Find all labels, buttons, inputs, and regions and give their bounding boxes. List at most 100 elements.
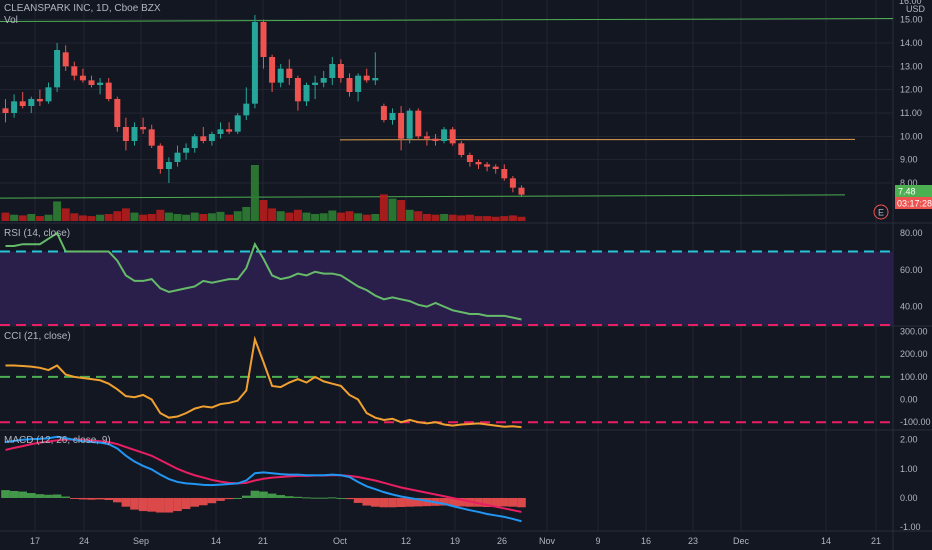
cci-label[interactable]: CCI (21, close)	[4, 331, 71, 342]
volume-bar	[268, 208, 277, 221]
cci-tick-label: 0.00	[900, 395, 918, 405]
volume-bar	[362, 214, 371, 221]
volume-bar	[53, 201, 62, 221]
cci-tick-label: 100.00	[900, 372, 928, 382]
rsi-band-fill	[0, 251, 893, 325]
macd-histogram-bar	[52, 494, 62, 498]
volume-bar	[35, 216, 44, 221]
volume-bar	[156, 209, 165, 221]
rsi-tick-label: 40.00	[900, 302, 923, 312]
macd-histogram-bar	[164, 497, 174, 513]
candle-body	[62, 52, 69, 67]
macd-histogram-bar	[259, 491, 268, 498]
candle-body	[234, 115, 241, 132]
candle-body	[432, 138, 439, 141]
macd-histogram-bar	[302, 497, 311, 499]
candle-body	[19, 101, 26, 106]
macd-histogram-bar	[353, 497, 363, 503]
rsi-tick-label: 80.00	[900, 228, 923, 238]
macd-histogram-bar	[104, 497, 113, 501]
macd-histogram-bar	[156, 497, 165, 513]
macd-histogram-bar	[328, 497, 337, 499]
candle-body	[303, 85, 310, 102]
volume-bar	[474, 216, 483, 221]
time-tick-label: Sep	[133, 536, 149, 546]
macd-histogram-bar	[517, 497, 526, 508]
macd-histogram-bar	[199, 497, 208, 506]
volume-bar	[422, 214, 431, 221]
volume-bar	[276, 211, 285, 221]
macd-histogram-bar	[336, 497, 346, 499]
candle-body	[217, 129, 224, 134]
time-tick-label: Oct	[333, 536, 348, 546]
volume-bar	[147, 214, 156, 221]
volume-bar	[10, 214, 19, 221]
candle-body	[475, 162, 482, 165]
volume-bar	[483, 216, 492, 221]
candle-body	[329, 64, 336, 78]
macd-tick-label: 1.00	[900, 464, 918, 474]
candle-body	[165, 162, 172, 169]
macd-histogram-bar	[35, 494, 45, 498]
candle-body	[372, 78, 379, 81]
rsi-label[interactable]: RSI (14, close)	[4, 228, 70, 239]
candle-body	[88, 80, 95, 85]
volume-bar	[500, 216, 509, 221]
macd-histogram-bar	[44, 494, 53, 498]
volume-bar	[440, 214, 449, 221]
candle-body	[114, 99, 121, 127]
volume-bar	[113, 211, 122, 221]
candle-body	[45, 87, 52, 102]
macd-tick-label: -1.00	[900, 522, 921, 532]
candle-body	[415, 110, 422, 137]
price-chart-widget[interactable]: CLEANSPARK INC, 1D, Cboe BZX Vol E 16.00…	[0, 0, 932, 550]
time-tick-label: 19	[450, 536, 460, 546]
volume-bar	[414, 211, 423, 221]
macd-histogram-bar	[78, 497, 88, 500]
time-tick-label: 23	[688, 536, 698, 546]
volume-label[interactable]: Vol	[4, 15, 18, 26]
macd-histogram-bar	[267, 493, 277, 498]
time-tick-label: Nov	[539, 536, 556, 546]
volume-bar	[18, 215, 27, 221]
candle-body	[286, 68, 293, 78]
macd-histogram-bar	[250, 490, 260, 498]
macd-histogram-bar	[61, 496, 70, 498]
time-tick-label: 21	[871, 536, 881, 546]
volume-bar	[78, 215, 87, 221]
macd-histogram-bar	[121, 497, 131, 507]
cci-tick-label: 200.00	[900, 349, 928, 359]
cci-tick-label: -100.00	[900, 417, 931, 427]
candle-body	[294, 78, 301, 102]
candle-body	[277, 68, 284, 83]
volume-bar	[491, 216, 500, 221]
macd-histogram-bar	[396, 497, 406, 507]
volume-bar	[96, 214, 105, 221]
candle-body	[355, 75, 362, 92]
earnings-badge-text: E	[878, 208, 884, 218]
macd-histogram-bar	[181, 497, 191, 510]
macd-histogram-bar	[500, 497, 509, 507]
macd-histogram-bar	[147, 497, 156, 512]
time-tick-label: 14	[821, 536, 831, 546]
macd-label[interactable]: MACD (12, 26, close, 9)	[4, 435, 111, 446]
volume-bar	[465, 214, 474, 221]
candle-body	[449, 129, 456, 144]
macd-histogram-bar	[207, 497, 217, 504]
candle-body	[2, 108, 9, 113]
candle-body	[79, 75, 86, 81]
candle-body	[312, 82, 319, 85]
symbol-title[interactable]: CLEANSPARK INC, 1D, Cboe BZX	[4, 3, 161, 14]
macd-histogram-bar	[138, 497, 148, 512]
volume-bar	[336, 212, 345, 221]
volume-bar	[354, 213, 363, 221]
macd-histogram-bar	[371, 497, 380, 507]
candle-body	[509, 178, 516, 188]
macd-histogram-bar	[173, 497, 182, 512]
volume-bar	[61, 208, 70, 221]
volume-bar	[388, 198, 397, 221]
candle-body	[208, 134, 215, 141]
volume-bar	[233, 211, 242, 221]
candle-body	[380, 106, 387, 120]
candle-body	[174, 152, 181, 162]
